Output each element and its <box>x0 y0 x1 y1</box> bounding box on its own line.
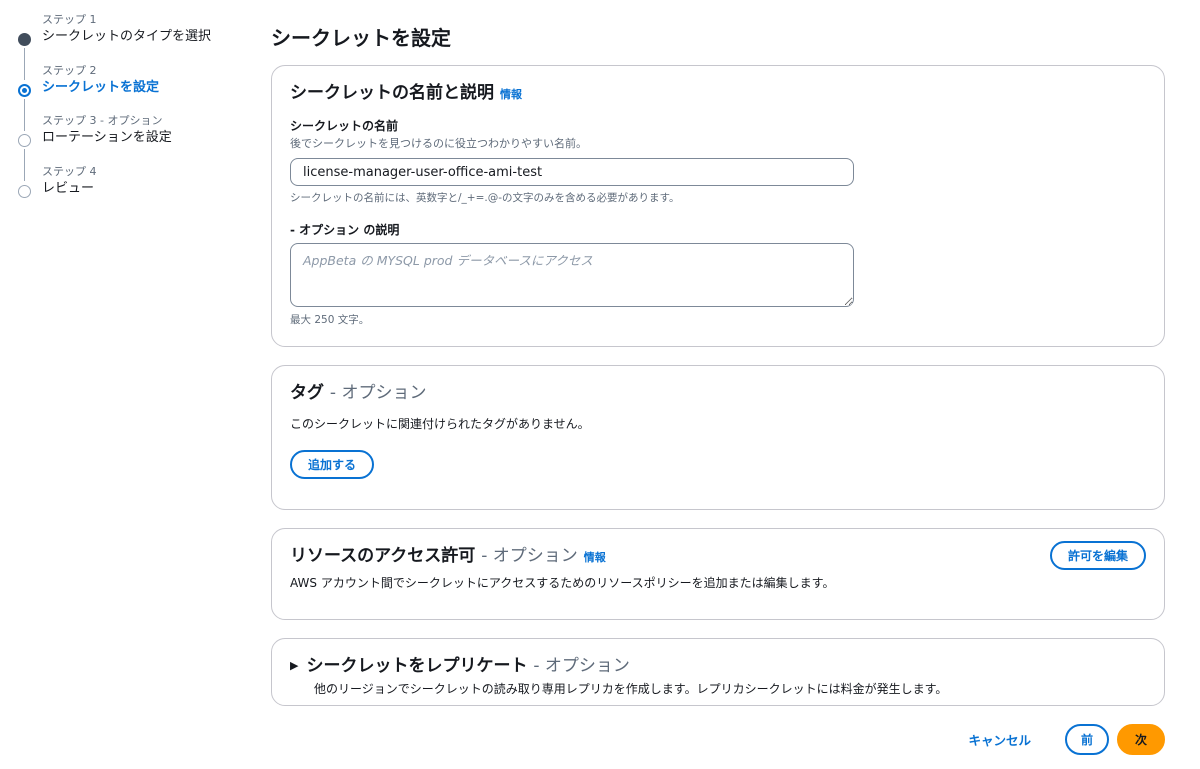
panel-title: リソースのアクセス許可 <box>290 546 476 566</box>
add-tag-button[interactable]: 追加する <box>290 450 375 479</box>
description-constraint: 最大 250 文字。 <box>290 314 370 326</box>
replicate-secret-panel[interactable]: ▶ シークレットをレプリケート - オプション 他のリージョンでシークレットの読み… <box>271 638 1165 706</box>
step-label: ローテーションを設定 <box>42 130 172 145</box>
step-label: シークレットを設定 <box>42 79 160 95</box>
description-textarea[interactable] <box>290 243 854 307</box>
description-label: - オプション の説明 <box>290 223 400 237</box>
next-button[interactable]: 次 <box>1116 724 1165 755</box>
secret-name-description: 後でシークレットを見つけるのに役立つわかりやすい名前。 <box>290 137 587 150</box>
secret-name-label: シークレットの名前 <box>290 119 399 133</box>
no-tags-message: このシークレットに関連付けられたタグがありません。 <box>290 417 590 431</box>
step-completed-icon <box>18 33 31 46</box>
secret-name-input[interactable] <box>290 158 854 186</box>
step-number: ステップ 2 <box>42 63 97 77</box>
optional-label: - オプション <box>481 546 578 566</box>
cancel-button[interactable]: キャンセル <box>948 725 1051 754</box>
panel-header: リソースのアクセス許可 - オプション 情報 <box>290 541 1146 566</box>
replicate-description: 他のリージョンでシークレットの読み取り専用レプリカを作成します。レプリカシークレ… <box>314 682 948 696</box>
step-label[interactable]: シークレットのタイプを選択 <box>42 28 238 46</box>
panel-header[interactable]: ▶ シークレットをレプリケート - オプション <box>290 651 1146 676</box>
wizard-footer: キャンセル 前 次 <box>948 724 1165 755</box>
step-current-icon <box>18 83 31 97</box>
panel-title[interactable]: シークレットをレプリケート <box>306 656 527 676</box>
optional-label: - オプション <box>533 656 630 676</box>
edit-permissions-button[interactable]: 許可を編集 <box>1049 541 1146 570</box>
step-label: レビュー <box>42 180 95 196</box>
step-1[interactable]: ステップ 1 シークレットのタイプを選択 <box>18 12 238 80</box>
permissions-description: AWS アカウント間でシークレットにアクセスするためのリソースポリシーを追加また… <box>290 576 835 590</box>
step-pending-icon <box>18 134 31 147</box>
caret-right-icon[interactable]: ▶ <box>290 659 298 672</box>
info-link[interactable]: 情報 <box>584 551 606 564</box>
secret-name-constraint: シークレットの名前には、英数字と/_+=.@-の文字のみを含める必要があります。 <box>290 192 680 204</box>
optional-label: - オプション <box>329 383 427 403</box>
step-3: ステップ 3 - オプション ローテーションを設定 <box>18 113 238 181</box>
panel-title: シークレットの名前と説明 <box>290 83 494 103</box>
info-link[interactable]: 情報 <box>500 88 522 101</box>
secret-name-panel: シークレットの名前と説明 情報 シークレットの名前 後でシークレットを見つけるのに… <box>271 65 1165 347</box>
previous-button[interactable]: 前 <box>1064 724 1109 755</box>
step-number: ステップ 1 <box>42 13 97 26</box>
step-4: ステップ 4 レビュー <box>18 164 238 215</box>
wizard-stepper: ステップ 1 シークレットのタイプを選択 ステップ 2 シークレットを設定 ステ… <box>18 12 238 214</box>
step-number: ステップ 4 <box>42 164 97 178</box>
step-number: ステップ 3 - オプション <box>42 114 163 127</box>
resource-permissions-panel: リソースのアクセス許可 - オプション 情報 AWS アカウント間でシークレットに… <box>271 528 1165 620</box>
tags-panel: タグ - オプション このシークレットに関連付けられたタグがありません。 追加す… <box>271 365 1165 510</box>
panel-header: シークレットの名前と説明 情報 <box>290 78 1146 103</box>
panel-header: タグ - オプション <box>290 378 1146 403</box>
step-pending-icon <box>18 184 31 198</box>
step-2: ステップ 2 シークレットを設定 <box>18 63 238 131</box>
page-title: シークレットを設定 <box>271 26 451 50</box>
panel-title: タグ <box>290 383 324 403</box>
